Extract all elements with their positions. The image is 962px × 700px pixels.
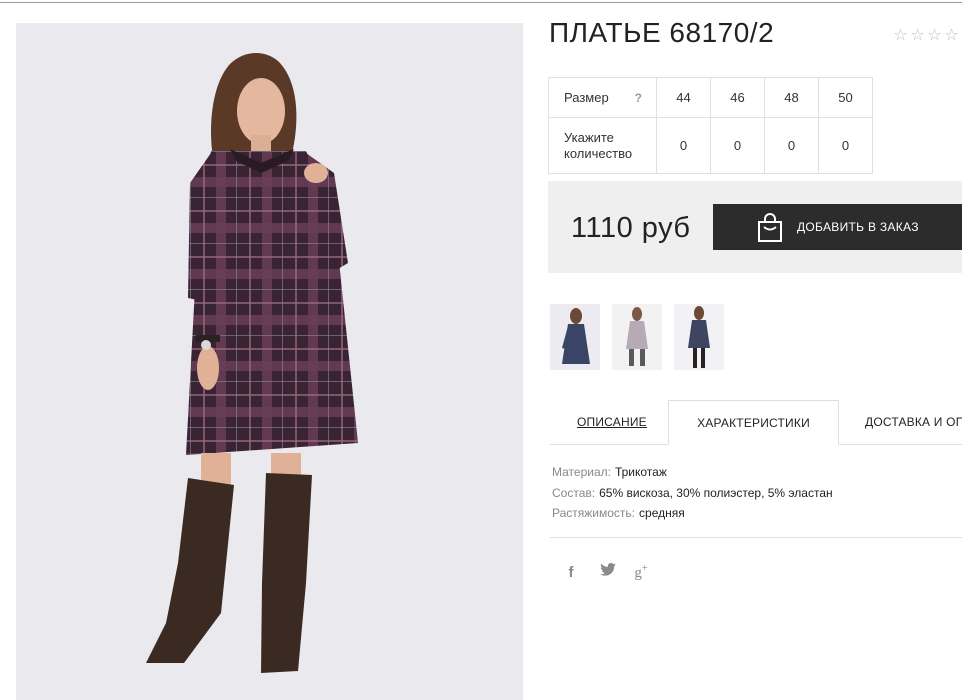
star-icon[interactable]: ☆ [943,25,960,45]
composition-label: Состав: [552,485,596,500]
char-row-composition: Состав: 65% вискоза, 30% полиэстер, 5% эл… [552,483,833,504]
twitter-icon[interactable] [599,563,617,581]
twitter-bird-glyph [600,563,616,576]
thumbnail-3-image [674,304,724,370]
star-icon[interactable]: ☆ [909,25,926,45]
tab-description[interactable]: ОПИСАНИЕ [577,400,647,444]
quantity-input-48[interactable]: 0 [777,138,807,153]
shopping-bag-icon [758,212,782,242]
size-quantity-table: Размер ? 44 46 48 50 Укажите количество … [548,77,873,174]
add-to-order-label: ДОБАВИТЬ В ЗАКАЗ [797,220,919,234]
thumbnail-3[interactable] [674,304,724,370]
size-row: Размер ? 44 46 48 50 [548,77,873,118]
add-to-order-button[interactable]: ДОБАВИТЬ В ЗАКАЗ [713,204,962,250]
tab-characteristics[interactable]: ХАРАКТЕРИСТИКИ [668,400,839,445]
composition-value: 65% вискоза, 30% полиэстер, 5% эластан [599,485,833,500]
quantity-input-50[interactable]: 0 [831,138,861,153]
size-label-cell: Размер ? [548,77,657,118]
thumbnail-1-image [550,304,600,370]
quantity-cell-50: 0 [818,117,873,174]
google-plus-glyph: g [634,564,642,581]
quantity-label-cell: Укажите количество [548,117,657,174]
top-divider [0,2,962,3]
material-label: Материал: [552,465,611,479]
star-icon[interactable]: ☆ [926,25,943,45]
star-icon[interactable]: ☆ [892,25,909,45]
material-value: Трикотаж [614,465,667,479]
size-46: 46 [710,77,765,118]
quantity-input-46[interactable]: 0 [723,138,753,153]
social-divider [550,537,962,538]
size-label: Размер [564,89,609,105]
product-price: 1110 руб [571,212,691,244]
thumbnail-2-image [612,304,662,370]
order-panel: 1110 руб ДОБАВИТЬ В ЗАКАЗ [548,181,962,273]
facebook-icon[interactable]: f [563,564,579,581]
model-in-plaid-dress-image [146,52,358,673]
size-44: 44 [656,77,711,118]
rating-stars[interactable]: ☆ ☆ ☆ ☆ [892,25,960,45]
social-share-bar: f g+ [563,561,652,583]
quantity-input-44[interactable]: 0 [669,138,699,153]
size-help-icon[interactable]: ? [635,90,642,106]
product-title: ПЛАТЬЕ 68170/2 [549,17,775,48]
char-row-stretch: Растяжимость: средняя [552,503,833,524]
quantity-cell-46: 0 [710,117,765,174]
char-row-material: Материал: Трикотаж [552,462,833,483]
thumbnail-1[interactable] [550,304,600,370]
quantity-label-line1: Укажите [564,129,614,145]
tab-delivery-payment[interactable]: ДОСТАВКА И ОПЛАТА [865,400,962,444]
size-48: 48 [764,77,819,118]
characteristics-panel: Материал: Трикотаж Состав: 65% вискоза, 30… [552,462,833,524]
thumbnail-2[interactable] [612,304,662,370]
google-plus-sup: + [641,562,648,574]
product-main-photo[interactable] [16,23,523,700]
quantity-row: Укажите количество 0 0 0 0 [548,117,873,174]
size-50: 50 [818,77,873,118]
stretch-value: средняя [639,506,685,520]
stretch-label: Растяжимость: [552,506,636,520]
quantity-label-line2: количество [564,145,633,161]
quantity-cell-44: 0 [656,117,711,174]
quantity-cell-48: 0 [764,117,819,174]
google-plus-icon[interactable]: g+ [630,563,652,582]
